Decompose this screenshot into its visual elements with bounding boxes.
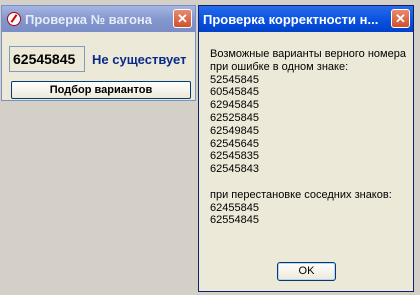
variant-item: 62945845 [210, 99, 259, 112]
variant-item: 62545645 [210, 137, 259, 150]
variant-item: 62545835 [210, 150, 259, 163]
status-text: Не существует [92, 52, 187, 67]
variant-item: 62525845 [210, 111, 259, 124]
close-icon[interactable]: ✕ [173, 9, 192, 28]
dialog-titlebar[interactable]: Проверка корректности н... ✕ [199, 6, 413, 32]
variant-item: 62549845 [210, 124, 259, 137]
app-icon [7, 12, 21, 26]
dialog-title: Проверка корректности н... [203, 11, 379, 27]
ok-button[interactable]: OK [277, 262, 336, 281]
variant-item: 62545843 [210, 163, 259, 176]
variant-item: 52545845 [210, 73, 259, 86]
main-window-titlebar[interactable]: Проверка № вагона ✕ [2, 6, 195, 32]
swap-heading: при перестановке соседних знаков: [210, 188, 392, 201]
variant-item: 60545845 [210, 86, 259, 99]
intro-text: Возможные варианты верного номера при ош… [210, 48, 406, 73]
dialog-message: Возможные варианты верного номера при ош… [210, 48, 406, 227]
swap-variant-item: 62455845 [210, 201, 259, 214]
main-window: Проверка № вагона ✕ 62545845 Не существу… [1, 5, 196, 101]
main-window-title: Проверка № вагона [25, 11, 152, 27]
close-icon[interactable]: ✕ [391, 9, 410, 28]
check-dialog: Проверка корректности н... ✕ Возможные в… [198, 5, 414, 292]
find-variants-button[interactable]: Подбор вариантов [11, 81, 191, 99]
swap-variant-item: 62554845 [210, 214, 259, 227]
wagon-number-field[interactable]: 62545845 [9, 46, 85, 72]
